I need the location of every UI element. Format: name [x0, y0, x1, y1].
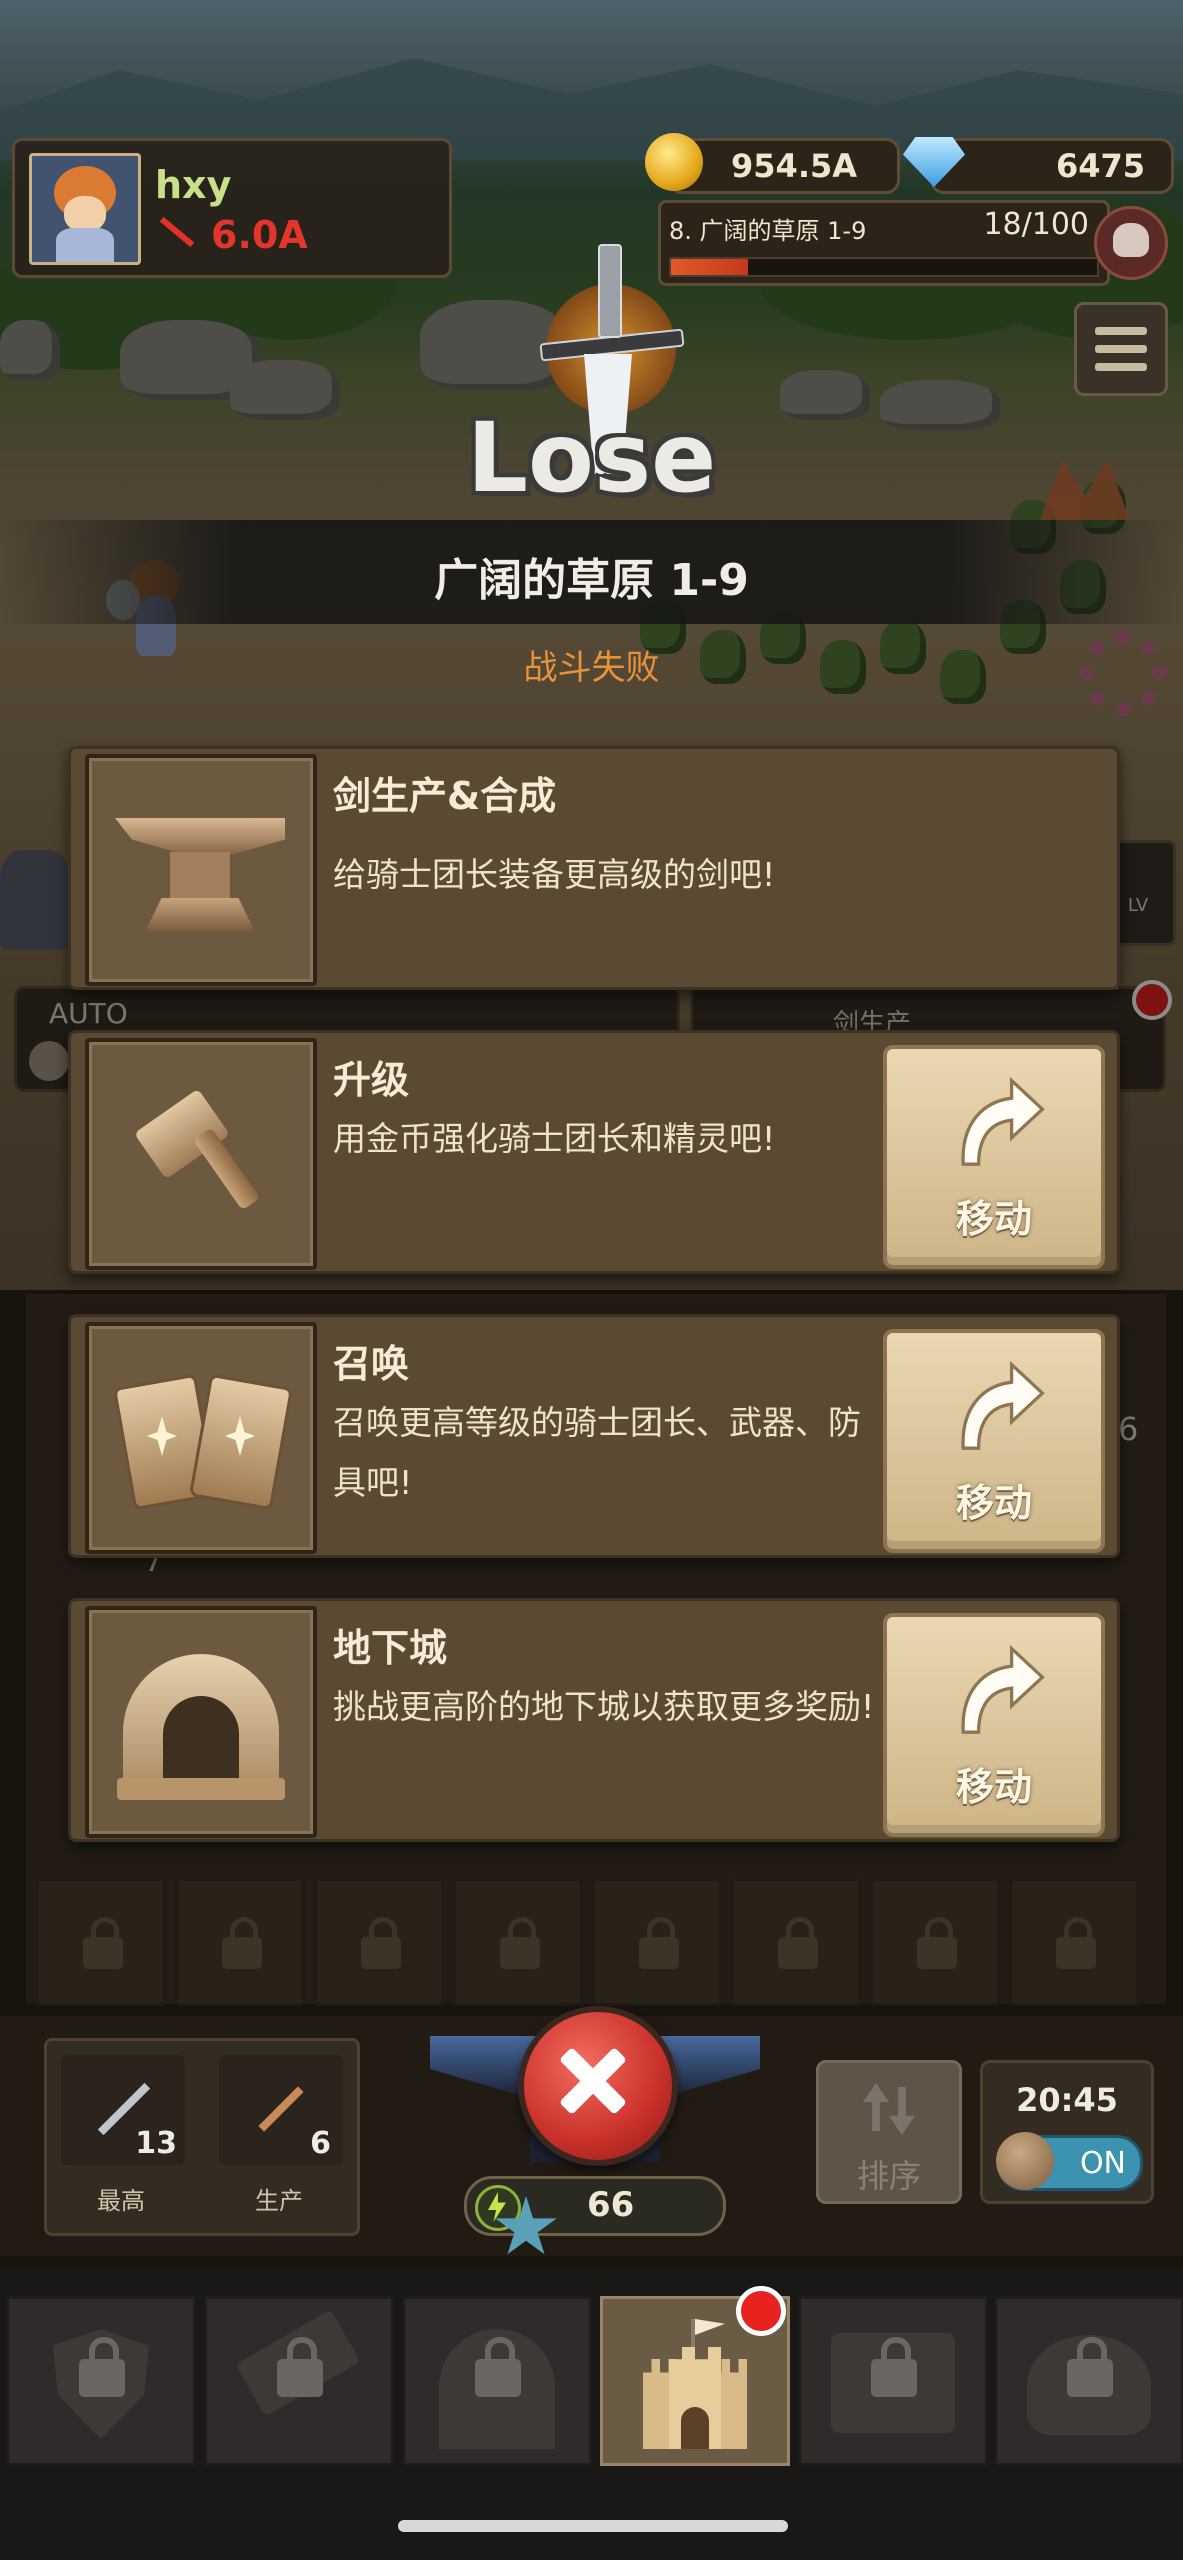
- produce-sword-slot[interactable]: 6: [219, 2055, 343, 2165]
- produce-label: 生产: [255, 2187, 303, 2215]
- close-button[interactable]: [518, 2006, 678, 2166]
- auto-on-toggle[interactable]: ON: [996, 2132, 1143, 2191]
- hammer-icon: [133, 1082, 269, 1222]
- menu-button[interactable]: [1074, 302, 1168, 396]
- curved-arrow-icon: [961, 1360, 1045, 1450]
- anvil-icon-frame: [85, 754, 317, 986]
- avatar: [29, 153, 141, 265]
- card-description: 召唤更高等级的骑士团长、武器、防具吧!: [333, 1403, 861, 1502]
- nav-tab-dungeon-locked[interactable]: [402, 2296, 592, 2466]
- cards-icon: [112, 1366, 294, 1516]
- card-title: 召唤: [333, 1342, 410, 1386]
- gold-display[interactable]: 954.5A: [645, 133, 900, 194]
- anvil-icon: [115, 808, 285, 938]
- highest-label: 最高: [97, 2187, 145, 2215]
- move-button-dungeon[interactable]: 移动: [883, 1613, 1105, 1837]
- castle-notification-dot: [736, 2286, 786, 2336]
- auto-timer-box: 20:45 ON: [980, 2060, 1154, 2204]
- produce-value: 6: [310, 2126, 331, 2161]
- hammer-icon-frame: [85, 1038, 317, 1270]
- sort-label: 排序: [856, 2157, 921, 2195]
- player-name: hxy: [155, 163, 232, 207]
- lock-icon: [277, 2337, 323, 2397]
- close-icon: [558, 2046, 627, 2115]
- move-button-upgrade[interactable]: 移动: [883, 1045, 1105, 1269]
- curved-arrow-icon: [961, 1076, 1045, 1166]
- move-button-label: 移动: [955, 1481, 1032, 1525]
- battle-failed-label: 战斗失败: [523, 648, 660, 688]
- nav-tab-hammer-locked[interactable]: [204, 2296, 394, 2466]
- curved-arrow-icon: [961, 1644, 1045, 1734]
- boss-skull-icon[interactable]: [1094, 206, 1168, 280]
- stage-count: 18/100: [983, 207, 1089, 242]
- stage-label: 8. 广阔的草原 1-9: [669, 217, 867, 245]
- move-button-summon[interactable]: 移动: [883, 1329, 1105, 1553]
- nav-tab-shield-locked[interactable]: [6, 2296, 196, 2466]
- lock-icon: [79, 2337, 125, 2397]
- player-power: 6.0A: [211, 213, 308, 257]
- stone-gate-icon-frame: [85, 1606, 317, 1838]
- stone-gate-icon: [117, 1644, 285, 1800]
- stage-progress-bar: [669, 257, 1099, 277]
- card-title: 剑生产&合成: [333, 774, 557, 818]
- castle-icon: [633, 2319, 757, 2449]
- gem-amount: 6475: [1055, 147, 1145, 185]
- cards-icon-frame: [85, 1322, 317, 1554]
- stage-progress-box: 8. 广阔的草原 1-9 18/100: [658, 200, 1110, 286]
- card-description: 给骑士团长装备更高级的剑吧!: [333, 855, 776, 894]
- nav-tab-cards-locked[interactable]: [798, 2296, 988, 2466]
- toggle-label: ON: [1079, 2146, 1126, 2181]
- sort-button[interactable]: 排序: [816, 2060, 962, 2204]
- red-sword-icon: [159, 216, 195, 248]
- energy-value: 66: [587, 2185, 635, 2225]
- gem-display[interactable]: 6475: [903, 137, 1174, 194]
- lock-icon: [871, 2337, 917, 2397]
- tip-card-summon: 召唤 召唤更高等级的骑士团长、武器、防具吧! 移动: [68, 1314, 1120, 1558]
- stage-name: 广阔的草原 1-9: [434, 555, 749, 606]
- lock-icon: [1067, 2337, 1113, 2397]
- card-description: 用金币强化骑士团长和精灵吧!: [333, 1119, 776, 1158]
- sort-arrows-icon: [859, 2079, 919, 2139]
- bronze-sword-icon: [258, 2086, 304, 2132]
- sword-stats-box: 13 最高 6 生产: [44, 2038, 360, 2236]
- card-title: 地下城: [333, 1626, 448, 1670]
- tip-card-sword-production: 剑生产&合成 给骑士团长装备更高级的剑吧!: [68, 746, 1120, 990]
- move-button-label: 移动: [955, 1197, 1032, 1241]
- move-button-label: 移动: [955, 1765, 1032, 1809]
- lock-icon: [475, 2337, 521, 2397]
- tip-card-dungeon: 地下城 挑战更高阶的地下城以获取更多奖励! 移动: [68, 1598, 1120, 1842]
- lose-banner: Lose: [466, 402, 717, 514]
- highest-sword-slot[interactable]: 13: [61, 2055, 185, 2165]
- player-card[interactable]: hxy 6.0A: [12, 138, 452, 278]
- stage-name-ribbon: 广阔的草原 1-9: [0, 520, 1183, 624]
- timer-text: 20:45: [1016, 2081, 1118, 2119]
- highest-value: 13: [135, 2126, 177, 2161]
- tip-card-upgrade: 升级 用金币强化骑士团长和精灵吧! 移动: [68, 1030, 1120, 1274]
- gold-amount: 954.5A: [731, 147, 857, 185]
- energy-counter[interactable]: 66: [464, 2176, 726, 2236]
- gold-coin-icon: [645, 133, 703, 191]
- card-description: 挑战更高阶的地下城以获取更多奖励!: [333, 1687, 875, 1726]
- card-title: 升级: [333, 1058, 410, 1102]
- nav-tab-treasure-locked[interactable]: [994, 2296, 1183, 2466]
- home-indicator[interactable]: [398, 2520, 788, 2532]
